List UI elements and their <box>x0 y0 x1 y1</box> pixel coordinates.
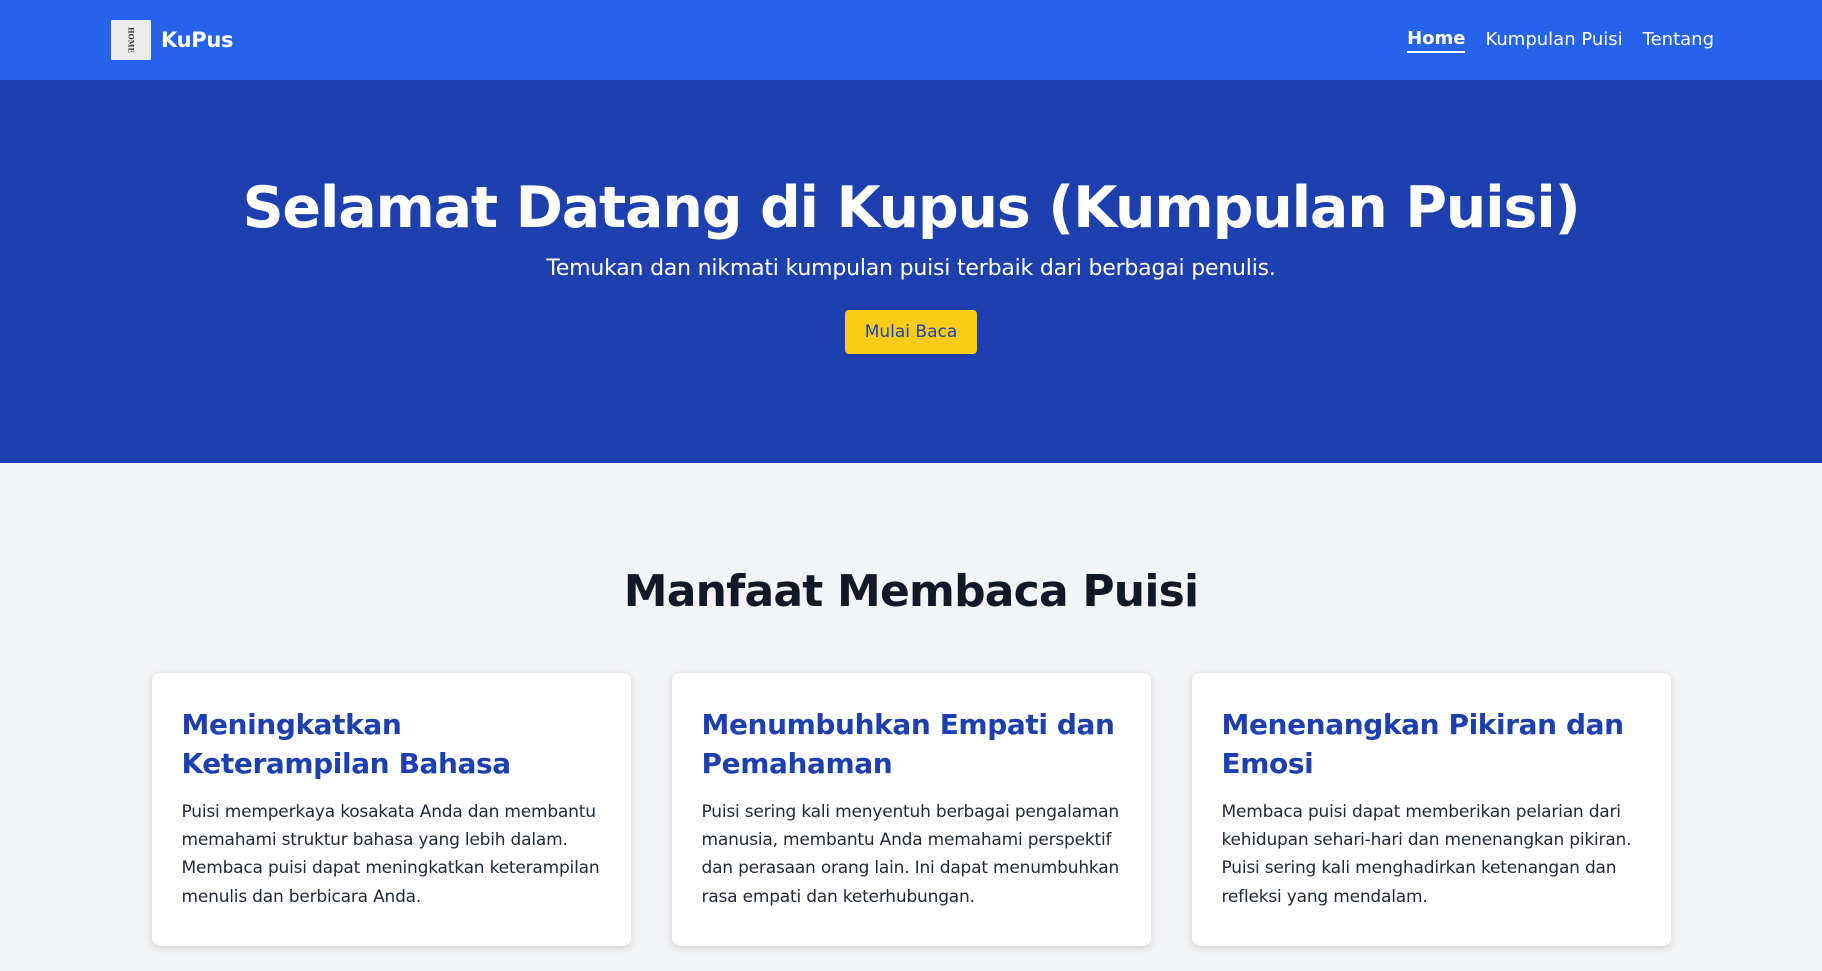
hero-section: Selamat Datang di Kupus (Kumpulan Puisi)… <box>0 80 1822 463</box>
card-title: Menenangkan Pikiran dan Emosi <box>1221 708 1625 781</box>
benefit-card-calm: Menenangkan Pikiran dan Emosi Membaca pu… <box>1191 673 1671 946</box>
nav-link-home[interactable]: Home <box>1407 28 1466 53</box>
hero-subtitle: Temukan dan nikmati kumpulan puisi terba… <box>546 255 1276 281</box>
logo-image[interactable]: HOME <box>111 20 151 60</box>
hero-title: Selamat Datang di Kupus (Kumpulan Puisi) <box>242 175 1581 241</box>
benefit-card-empathy: Menumbuhkan Empati dan Pemahaman Puisi s… <box>671 673 1151 946</box>
benefit-cards: Meningkatkan Keterampilan Bahasa Puisi m… <box>0 673 1822 946</box>
nav-link-kumpulan-puisi[interactable]: Kumpulan Puisi <box>1485 29 1622 52</box>
start-reading-button[interactable]: Mulai Baca <box>844 309 978 354</box>
section-title: Manfaat Membaca Puisi <box>623 566 1199 617</box>
card-title: Meningkatkan Keterampilan Bahasa <box>181 708 512 781</box>
card-title: Menumbuhkan Empati dan Pemahaman <box>701 708 1115 781</box>
brand[interactable]: HOME KuPus <box>111 20 234 60</box>
logo-text: HOME <box>126 27 136 53</box>
navbar: HOME KuPus Home Kumpulan Puisi Tentang <box>0 0 1822 80</box>
card-text: Membaca puisi dapat memberikan pelarian … <box>1221 802 1632 907</box>
benefits-section: Manfaat Membaca Puisi Meningkatkan Keter… <box>0 463 1822 946</box>
card-text: Puisi memperkaya kosakata Anda dan memba… <box>181 802 600 907</box>
card-text: Puisi sering kali menyentuh berbagai pen… <box>701 802 1120 907</box>
nav-link-tentang[interactable]: Tentang <box>1643 29 1714 52</box>
benefit-card-language: Meningkatkan Keterampilan Bahasa Puisi m… <box>151 673 631 946</box>
nav-links: Home Kumpulan Puisi Tentang <box>1407 28 1714 53</box>
brand-name[interactable]: KuPus <box>161 28 234 52</box>
